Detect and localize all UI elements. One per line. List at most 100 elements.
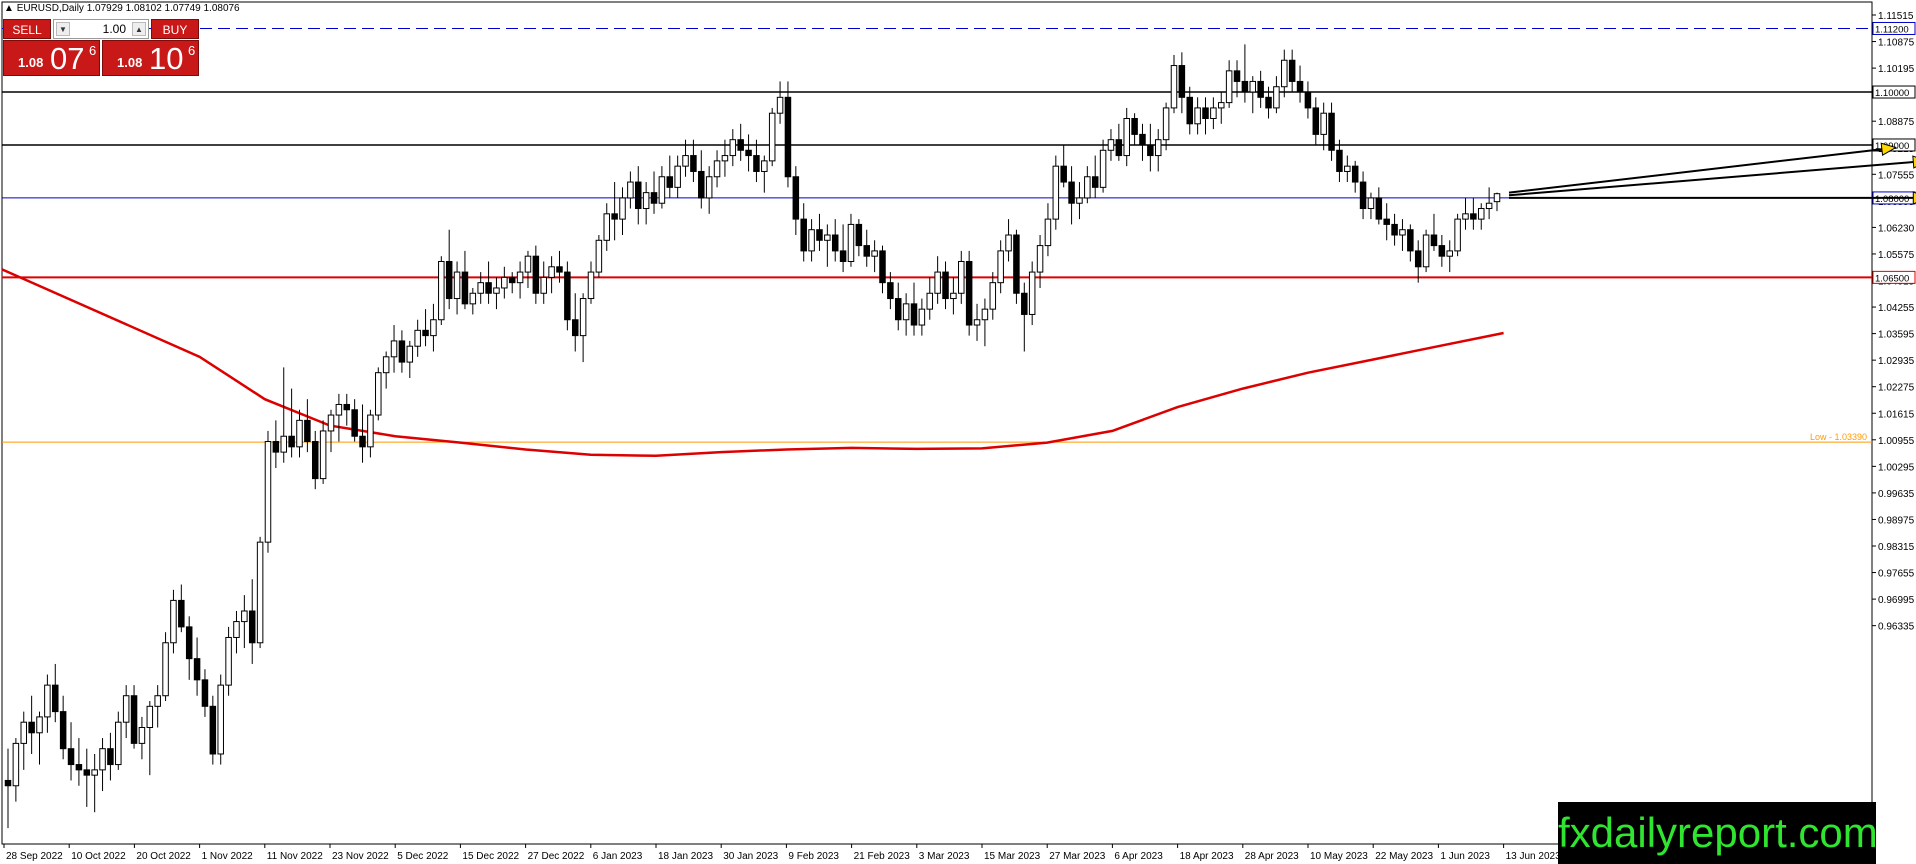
candle-body (1470, 213, 1477, 220)
lot-size-field[interactable]: ▼ 1.00 ▲ (53, 19, 149, 39)
candle-body (209, 705, 217, 755)
candle-body (398, 340, 406, 363)
level-price-label: 1.10000 (1875, 88, 1909, 99)
y-tick-label: 1.11515 (1878, 11, 1914, 22)
candle-body (1241, 80, 1249, 93)
candle-body (950, 292, 957, 300)
candle-body (942, 271, 949, 300)
candle-body (768, 112, 776, 162)
candle-body (1202, 107, 1209, 120)
y-tick-label: 1.10195 (1878, 64, 1915, 75)
candle-body (44, 684, 51, 718)
candle-body (997, 250, 1004, 284)
candle-body (1265, 96, 1272, 109)
y-tick-label: 1.01615 (1878, 409, 1915, 420)
candle-body (1178, 65, 1186, 98)
x-tick-label: 1 Nov 2022 (202, 851, 254, 862)
candle-body (1351, 165, 1359, 183)
candle-body (1115, 139, 1123, 157)
candle-body (1028, 271, 1036, 315)
candle-body (1147, 144, 1154, 157)
y-tick-label: 1.05575 (1878, 250, 1915, 261)
candle-body (1162, 107, 1170, 141)
candle-body (1344, 165, 1351, 172)
candle-body (729, 139, 737, 157)
x-tick-label: 28 Apr 2023 (1245, 851, 1299, 862)
candle-body (784, 96, 792, 178)
y-tick-label: 1.00955 (1878, 436, 1915, 447)
y-tick-label: 0.97655 (1878, 569, 1915, 580)
y-tick-label: 1.02935 (1878, 356, 1915, 367)
x-tick-label: 1 Jun 2023 (1440, 851, 1490, 862)
candle-body (1288, 59, 1296, 82)
candle-body (461, 271, 469, 305)
price-chart[interactable]: 1.115151.108751.101951.095551.088751.082… (0, 0, 1916, 864)
candle-body (130, 695, 138, 744)
candle-body (122, 695, 130, 723)
candle-body (1060, 165, 1067, 183)
candle-body (170, 599, 177, 644)
candle-body (52, 684, 59, 713)
triangle-up-icon[interactable]: ▲ (132, 22, 146, 36)
candle-body (501, 276, 508, 289)
candle-body (666, 176, 674, 188)
candle-body (721, 155, 729, 162)
candle-body (493, 287, 500, 294)
candle-body (1383, 218, 1390, 225)
candle-body (20, 721, 28, 744)
y-tick-label: 1.02275 (1878, 383, 1915, 394)
candle-body (989, 282, 997, 310)
lot-size-value[interactable]: 1.00 (103, 22, 126, 36)
candle-body (532, 255, 540, 294)
site-logo: fxdailyreport.com (1558, 802, 1878, 864)
candle-body (1414, 250, 1422, 268)
candle-body (910, 303, 918, 326)
candle-body (1170, 65, 1178, 109)
candle-body (540, 276, 547, 294)
buy-price-sup: 6 (188, 43, 196, 58)
candle-body (958, 260, 965, 294)
sell-price-box[interactable]: 1.08 07 6 (3, 40, 100, 76)
candle-body (12, 742, 20, 787)
sell-price-small: 1.08 (18, 55, 44, 70)
candle-body (241, 610, 248, 623)
candle-body (1233, 70, 1241, 82)
candle-body (918, 308, 926, 326)
chart-frame (1, 1, 1873, 845)
candle-body (863, 245, 870, 257)
candle-body (650, 192, 658, 204)
candle-body (1107, 139, 1115, 151)
candle-body (193, 658, 201, 681)
candle-body (28, 721, 35, 734)
sell-button[interactable]: SELL (3, 19, 51, 39)
x-tick-label: 21 Feb 2023 (854, 851, 911, 862)
candle-body (201, 679, 209, 707)
buy-button[interactable]: BUY (151, 19, 199, 39)
level-price-label: 1.08000 (1875, 194, 1909, 205)
buy-price-box[interactable]: 1.08 10 6 (102, 40, 199, 76)
candle-body (115, 721, 122, 766)
candle-body (288, 435, 295, 448)
x-tick-label: 6 Apr 2023 (1114, 851, 1163, 862)
candle-body (887, 282, 894, 300)
triangle-down-icon[interactable]: ▼ (56, 22, 70, 36)
y-tick-label: 1.00295 (1878, 462, 1915, 473)
candle-body (1249, 80, 1257, 93)
candle-body (611, 213, 618, 220)
candle-body (1328, 112, 1335, 151)
y-tick-label: 1.06230 (1878, 223, 1915, 234)
y-tick-label: 1.03595 (1878, 330, 1915, 341)
candle-body (603, 213, 611, 241)
x-tick-label: 18 Apr 2023 (1180, 851, 1234, 862)
candle-body (1462, 213, 1469, 220)
candle-body (564, 271, 571, 321)
candle-body (619, 197, 626, 220)
candle-body (485, 282, 492, 294)
candle-body (926, 292, 934, 310)
sell-price-sup: 6 (89, 43, 97, 58)
candle-body (359, 435, 366, 448)
candle-body (162, 642, 169, 697)
candle-body (761, 160, 768, 172)
x-tick-label: 10 Oct 2022 (71, 851, 126, 862)
candle-body (902, 303, 910, 321)
